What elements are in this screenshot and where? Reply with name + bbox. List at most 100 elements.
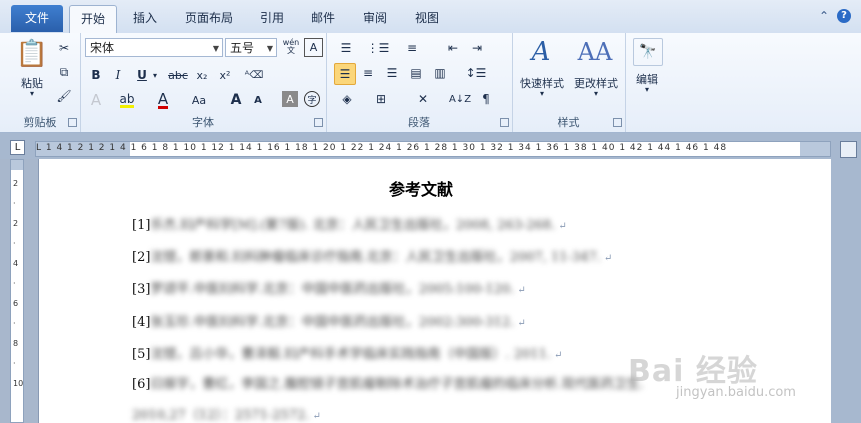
reference-number: [4] xyxy=(132,315,151,330)
sort-icon[interactable]: A↓Z xyxy=(449,89,471,109)
reference-line: [4]张玉珍.中医妇科学.北京：中国中医药出版社，2002:300-312. ↵ xyxy=(132,311,526,330)
reference-text: 2010,27（12）：2571-2572. xyxy=(132,408,310,423)
vertical-ruler[interactable]: 2 · 2 · 4 · 6 · 8 · 10 xyxy=(10,159,24,423)
paste-icon[interactable]: 📋 xyxy=(14,36,50,72)
paragraph-mark: ↵ xyxy=(558,221,567,232)
show-marks-icon[interactable]: ¶ xyxy=(476,89,496,109)
tab-insert[interactable]: 插入 xyxy=(124,5,166,32)
borders-icon[interactable]: ⊞ xyxy=(368,89,394,109)
char-border-icon[interactable]: A xyxy=(304,38,323,57)
increase-indent-icon[interactable]: ⇥ xyxy=(466,38,488,58)
font-color-icon[interactable]: A xyxy=(153,90,173,110)
watermark-url: jingyan.baidu.com xyxy=(676,385,796,400)
tab-view[interactable]: 视图 xyxy=(406,5,448,32)
find-binoculars-icon[interactable]: 🔭 xyxy=(633,38,663,66)
shading-icon[interactable]: ◈ xyxy=(334,89,360,109)
help-icon[interactable]: ? xyxy=(837,9,851,23)
paragraph-group: ☰ ⋮☰ ≡ ⇤ ⇥ ☰ ≡ ☰ ▤ ▥ ↕☰ ◈ ⊞ ✕ A↓Z ¶ 段落 xyxy=(326,33,513,132)
tab-review[interactable]: 审阅 xyxy=(354,5,396,32)
reference-line: [5]沈铿，吕小华，曹泽毅.妇产科手术学临床实践指南（中国版）. 2011. ↵ xyxy=(132,343,562,362)
reference-number: [1] xyxy=(132,218,151,233)
reference-text: 沈铿，郎景和.妇科肿瘤临床诊疗指南.北京：人民卫生出版社，2007, 11-34… xyxy=(150,250,601,265)
ruler-numbers: L 1 4 1 2 1 2 1 4 1 6 1 8 1 10 1 12 1 14… xyxy=(36,143,728,153)
paragraph-mark: ↵ xyxy=(517,318,526,329)
enclose-char-icon[interactable]: 字 xyxy=(304,91,320,107)
vruler-numbers: 2 · 2 · 4 · 6 · 8 · 10 xyxy=(13,179,24,388)
numbering-icon[interactable]: ⋮☰ xyxy=(366,38,390,58)
clear-format-icon[interactable]: ᴬ⌫ xyxy=(244,65,264,85)
editing-group: 🔭 编辑 ▾ xyxy=(625,33,669,132)
superscript-button[interactable]: x² xyxy=(215,65,235,85)
tab-selector[interactable]: L xyxy=(10,140,25,155)
cut-icon[interactable]: ✂ xyxy=(55,39,73,57)
font-name-value: 宋体 xyxy=(90,41,115,55)
clipboard-launcher-icon[interactable] xyxy=(68,118,77,127)
paragraph-mark: ↵ xyxy=(603,253,613,264)
multilevel-list-icon[interactable]: ≡ xyxy=(400,38,424,58)
styles-launcher-icon[interactable] xyxy=(613,118,622,127)
reference-text: 沈铿，吕小华，曹泽毅.妇产科手术学临床实践指南（中国版）. 2011. xyxy=(150,347,552,362)
editing-dropdown-icon[interactable]: ▾ xyxy=(641,85,653,94)
highlight-icon[interactable]: ab xyxy=(116,90,138,110)
format-painter-icon[interactable]: 🖌 xyxy=(55,87,73,105)
reference-line: 2010,27（12）：2571-2572. ↵ xyxy=(132,404,321,423)
quick-styles-icon[interactable]: A xyxy=(526,35,556,69)
change-styles-icon[interactable]: AA xyxy=(578,35,613,69)
paste-dropdown-icon[interactable]: ▾ xyxy=(26,89,38,98)
underline-dropdown-icon[interactable]: ▾ xyxy=(150,65,160,85)
paragraph-mark: ↵ xyxy=(554,350,563,361)
view-ruler-icon[interactable] xyxy=(840,141,857,158)
phonetic-guide-icon[interactable]: wén 文 xyxy=(281,37,301,57)
grow-font-button[interactable]: A xyxy=(226,90,246,110)
styles-group-label: 样式 xyxy=(557,116,580,129)
distributed-button[interactable]: ▥ xyxy=(430,63,450,83)
font-name-combo[interactable]: 宋体 ▼ xyxy=(85,38,223,57)
change-case-button[interactable]: Aa xyxy=(186,90,212,110)
line-spacing-icon[interactable]: ↕☰ xyxy=(464,63,488,83)
shrink-font-button[interactable]: A xyxy=(248,90,268,110)
reference-number: [3] xyxy=(132,282,151,297)
text-effect-icon[interactable]: A xyxy=(86,90,106,110)
tab-mailings[interactable]: 邮件 xyxy=(302,5,344,32)
strikethrough-button[interactable]: abc xyxy=(166,65,190,85)
reference-text: 张玉珍.中医妇科学.北京：中国中医药出版社，2002:300-312. xyxy=(150,315,515,330)
tab-references[interactable]: 引用 xyxy=(251,5,293,32)
justify-button[interactable]: ▤ xyxy=(406,63,426,83)
reference-line: [6]曰振宇，曹红，李国之.腹腔镜子宫肌瘤剔除术治疗子宫肌瘤的临床分析.现代医药… xyxy=(132,373,644,392)
vertical-scrollbar[interactable] xyxy=(831,159,861,423)
align-right-button[interactable]: ☰ xyxy=(382,63,402,83)
tab-home[interactable]: 开始 xyxy=(69,5,117,34)
bullets-icon[interactable]: ☰ xyxy=(334,38,358,58)
font-group: 宋体 ▼ 五号 ▼ wén 文 A B I U ▾ abc x₂ x² ᴬ⌫ A ab… xyxy=(80,33,327,132)
paragraph-launcher-icon[interactable] xyxy=(500,118,509,127)
decrease-indent-icon[interactable]: ⇤ xyxy=(442,38,464,58)
document-title: 参考文献 xyxy=(389,180,454,199)
ruler-row: L L 1 4 1 2 1 2 1 4 1 6 1 8 1 10 1 12 1 … xyxy=(0,133,861,159)
change-styles-dropdown-icon[interactable]: ▾ xyxy=(590,89,602,98)
font-launcher-icon[interactable] xyxy=(314,118,323,127)
chinese-layout-icon[interactable]: ✕ xyxy=(410,89,436,109)
char-shading-icon[interactable]: A xyxy=(282,91,298,107)
horizontal-ruler[interactable]: L 1 4 1 2 1 2 1 4 1 6 1 8 1 10 1 12 1 14… xyxy=(35,141,831,157)
quick-styles-dropdown-icon[interactable]: ▾ xyxy=(536,89,548,98)
align-left-button[interactable]: ☰ xyxy=(334,63,356,85)
minimize-ribbon-icon[interactable]: ⌃ xyxy=(819,9,829,23)
ribbon-tab-bar: 文件 开始 插入 页面布局 引用 邮件 审阅 视图 ⌃ ? xyxy=(0,0,861,34)
file-tab[interactable]: 文件 xyxy=(11,5,63,32)
font-size-combo[interactable]: 五号 ▼ xyxy=(225,38,277,57)
reference-text: 曰振宇，曹红，李国之.腹腔镜子宫肌瘤剔除术治疗子宫肌瘤的临床分析.现代医药卫生. xyxy=(150,377,644,392)
bold-button[interactable]: B xyxy=(86,65,106,85)
copy-icon[interactable]: ⧉ xyxy=(55,63,73,81)
watermark-logo: Bai 经验 xyxy=(628,354,758,389)
underline-button[interactable]: U xyxy=(132,65,152,85)
reference-text: 乐杰.妇产科学[M].(第7版). 北京：人民卫生出版社，2008, 263-2… xyxy=(150,218,556,233)
reference-line: [3]罗颂平.中医妇科学.北京：中国中医药出版社，2005:100-120. ↵ xyxy=(132,278,526,297)
font-group-label: 字体 xyxy=(192,116,214,129)
align-center-button[interactable]: ≡ xyxy=(358,63,378,83)
reference-line: [1]乐杰.妇产科学[M].(第7版). 北京：人民卫生出版社，2008, 26… xyxy=(132,214,567,233)
tab-page-layout[interactable]: 页面布局 xyxy=(176,5,242,32)
italic-button[interactable]: I xyxy=(108,65,128,85)
paragraph-group-label: 段落 xyxy=(408,116,430,129)
styles-group: A 快速样式 ▾ AA 更改样式 ▾ 样式 xyxy=(512,33,626,132)
subscript-button[interactable]: x₂ xyxy=(192,65,212,85)
